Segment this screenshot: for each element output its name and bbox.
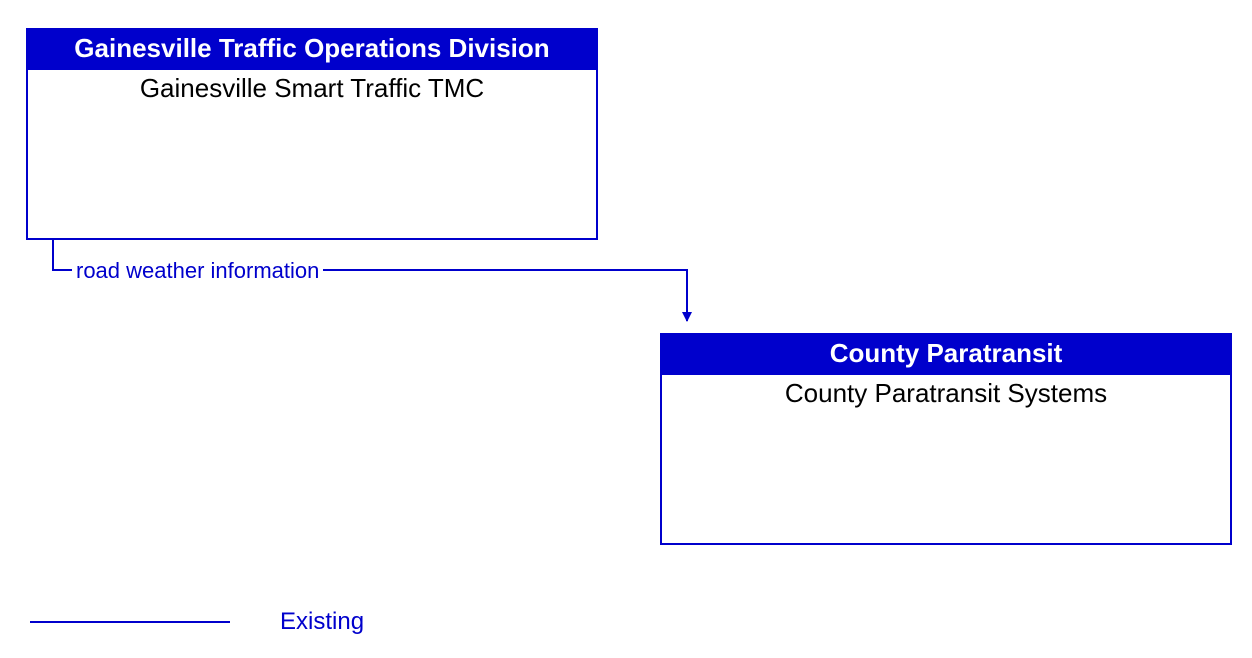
node-body-gainesville-tmc: Gainesville Smart Traffic TMC (28, 70, 596, 108)
node-header-county-paratransit: County Paratransit (662, 335, 1230, 375)
legend-label-existing: Existing (280, 608, 364, 636)
node-gainesville-tmc: Gainesville Traffic Operations Division … (26, 28, 598, 240)
node-body-county-paratransit: County Paratransit Systems (662, 375, 1230, 413)
node-header-gainesville-tmc: Gainesville Traffic Operations Division (28, 30, 596, 70)
flow-label-road-weather-information: road weather information (72, 258, 323, 284)
node-county-paratransit: County Paratransit County Paratransit Sy… (660, 333, 1232, 545)
